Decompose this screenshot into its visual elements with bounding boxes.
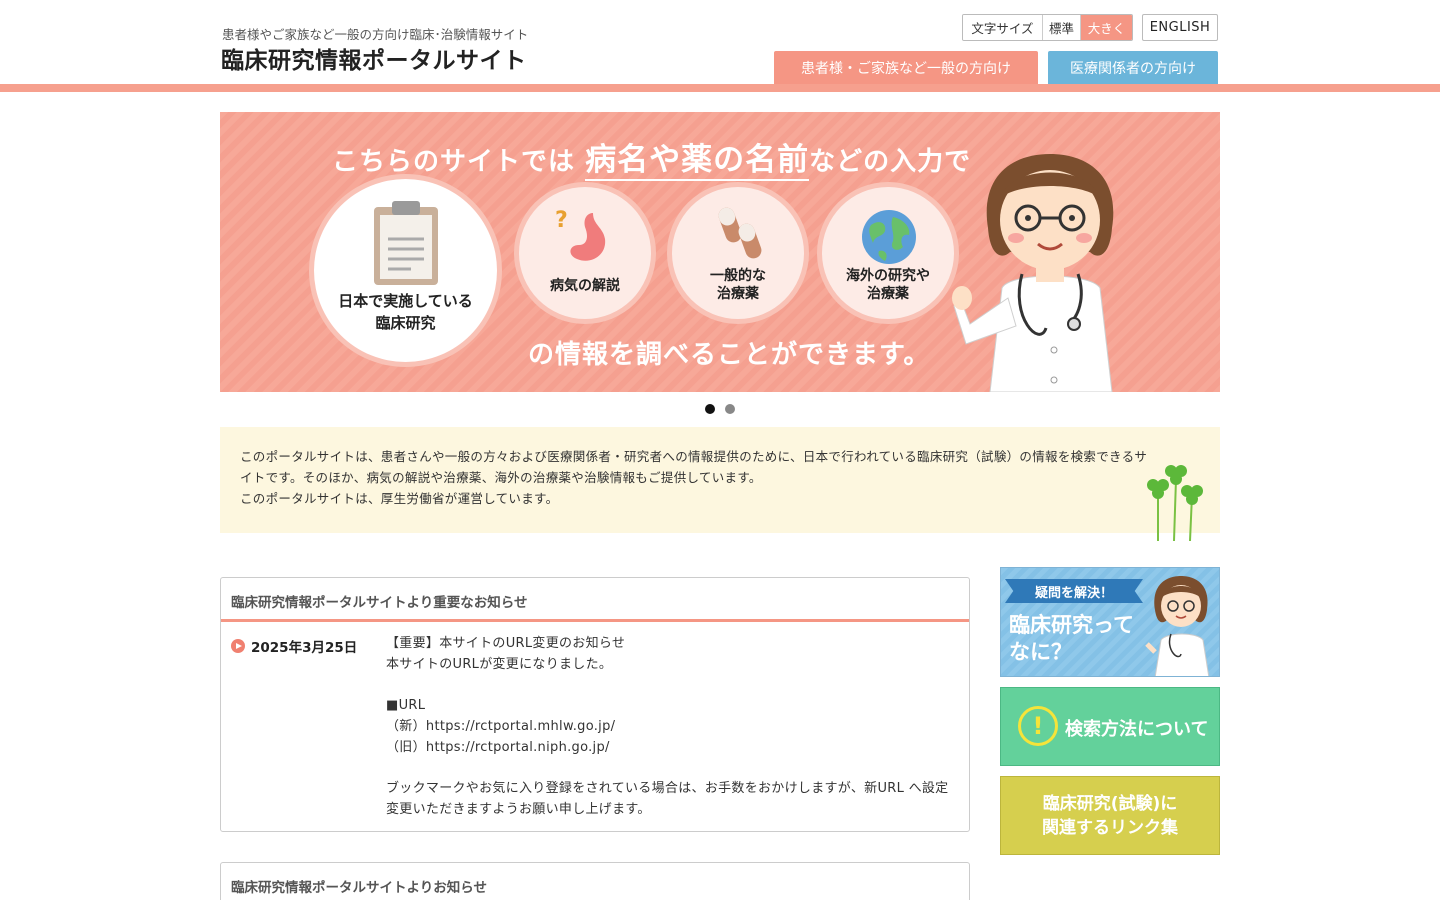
circle-3-label: 一般的な 治療薬 (710, 267, 766, 319)
play-arrow-icon (231, 639, 245, 653)
svg-text:?: ? (555, 208, 568, 233)
banner-circle-medicine: 一般的な 治療薬 (672, 187, 804, 319)
font-size-standard-button[interactable]: 標準 (1043, 15, 1081, 40)
circle-4-line1: 海外の研究や (846, 268, 930, 284)
clipboard-icon (374, 201, 438, 285)
notice-line: 本サイトのURLが変更になりました。 (386, 656, 613, 672)
banner-circle-overseas: 海外の研究や 治療薬 (822, 187, 954, 319)
notice-line[interactable]: 【重要】本サイトのURL変更のお知らせ (386, 634, 956, 655)
banner-footer-text: の情報を調べることができます。 (528, 340, 931, 370)
doctor-illustration-icon (952, 154, 1114, 392)
tab-medical-professionals[interactable]: 医療関係者の方向け (1048, 51, 1218, 84)
english-button[interactable]: ENGLISH (1142, 14, 1218, 41)
globe-icon (862, 210, 916, 264)
circle-1-label: 日本で実施している 臨床研究 (338, 290, 473, 362)
side-1-title-line2: なに？ (1009, 640, 1072, 664)
clover-icon (1147, 465, 1203, 541)
intro-line-1: このポータルサイトは、患者さんや一般の方々および医療関係者・研究者への情報提供の… (240, 449, 1148, 485)
notice-line-blank (386, 758, 956, 779)
side-1-title-line1: 臨床研究って (1009, 613, 1134, 637)
banner-headline-highlight: 病名や薬の名前 (585, 142, 810, 181)
side-1-ribbon: 疑問を解決！ (1005, 579, 1143, 603)
related-links-banner[interactable]: 臨床研究(試験)に 関連するリンク集 (1000, 776, 1220, 855)
intro-panel: このポータルサイトは、患者さんや一般の方々および医療関係者・研究者への情報提供の… (220, 427, 1220, 541)
capsule-icon (718, 207, 762, 259)
circle-2-label: 病気の解説 (550, 278, 620, 294)
notice-line: ブックマークやお気に入り登録をされている場合は、お手数をおかけしますが、新URL… (386, 780, 949, 817)
font-size-large-button[interactable]: 大きく (1081, 15, 1132, 40)
notice-date-text: 2025年3月25日 (251, 640, 358, 656)
important-notice-box: 臨床研究情報ポータルサイトより重要なお知らせ 2025年3月25日 【重要】本サ… (220, 577, 970, 832)
notice-line-new-url: （新）https://rctportal.mhlw.go.jp/ (386, 718, 616, 734)
carousel-dot-2[interactable] (725, 404, 735, 414)
important-notice-title: 臨床研究情報ポータルサイトより重要なお知らせ (221, 578, 969, 622)
notice-body: 【重要】本サイトのURL変更のお知らせ 本サイトのURLが変更になりました。 ■… (386, 634, 956, 820)
banner-circle-disease: ? 病気の解説 (519, 187, 651, 319)
side-2-title: 検索方法について (1065, 719, 1209, 740)
notice-date: 2025年3月25日 (231, 636, 357, 656)
banner-headline-pre: こちらのサイトでは (332, 147, 576, 177)
general-notice-title: 臨床研究情報ポータルサイトよりお知らせ (231, 880, 487, 896)
side-3-title-line2: 関連するリンク集 (1042, 818, 1178, 838)
site-header: 患者様やご家族など一般の方向け臨床･治験情報サイト 臨床研究情報ポータルサイト … (0, 0, 1440, 92)
search-method-banner[interactable]: ! 検索方法について (1000, 687, 1220, 766)
stomach-icon: ? (555, 208, 606, 261)
intro-line-2: このポータルサイトは、厚生労働省が運営しています。 (240, 491, 559, 506)
banner-headline-post: などの入力で (809, 147, 972, 177)
notice-line-blank (386, 675, 956, 696)
side-3-title: 臨床研究(試験)に 関連するリンク集 (1001, 792, 1219, 840)
carousel-dot-1[interactable] (705, 404, 715, 414)
circle-4-line2: 治療薬 (867, 286, 909, 302)
circle-1-line1: 日本で実施している (338, 292, 473, 310)
hero-banner[interactable]: こちらのサイトでは 病名や薬の名前などの入力で 日本で実施している 臨床研究 ?… (220, 112, 1220, 392)
general-notice-box: 臨床研究情報ポータルサイトよりお知らせ (220, 862, 970, 900)
carousel-dots (705, 404, 735, 414)
circle-3-line2: 治療薬 (717, 286, 759, 302)
font-size-label: 文字サイズ (963, 15, 1043, 40)
notice-line: ■URL (386, 698, 426, 714)
doctor-small-icon (1145, 576, 1210, 676)
exclamation-icon: ! (1018, 706, 1058, 746)
side-3-title-line1: 臨床研究(試験)に (1042, 794, 1178, 814)
what-is-clinical-research-banner[interactable]: 疑問を解決！ 臨床研究って なに？ (1000, 567, 1220, 677)
tab-general-public[interactable]: 患者様・ご家族など一般の方向け (774, 51, 1038, 84)
header-accent-bar (0, 84, 1440, 92)
intro-text: このポータルサイトは、患者さんや一般の方々および医療関係者・研究者への情報提供の… (240, 446, 1150, 509)
circle-1-line2: 臨床研究 (375, 314, 436, 332)
banner-circle-clinical-research: 日本で実施している 臨床研究 (314, 179, 497, 362)
side-1-title: 臨床研究って なに？ (1009, 612, 1134, 666)
notice-line-old-url: （旧）https://rctportal.niph.go.jp/ (386, 739, 610, 755)
circle-4-label: 海外の研究や 治療薬 (846, 267, 930, 319)
font-size-switcher: 文字サイズ 標準 大きく (962, 14, 1133, 41)
circle-3-line1: 一般的な (710, 268, 766, 284)
site-title[interactable]: 臨床研究情報ポータルサイト (221, 41, 527, 75)
banner-headline: こちらのサイトでは 病名や薬の名前などの入力で (332, 134, 972, 181)
